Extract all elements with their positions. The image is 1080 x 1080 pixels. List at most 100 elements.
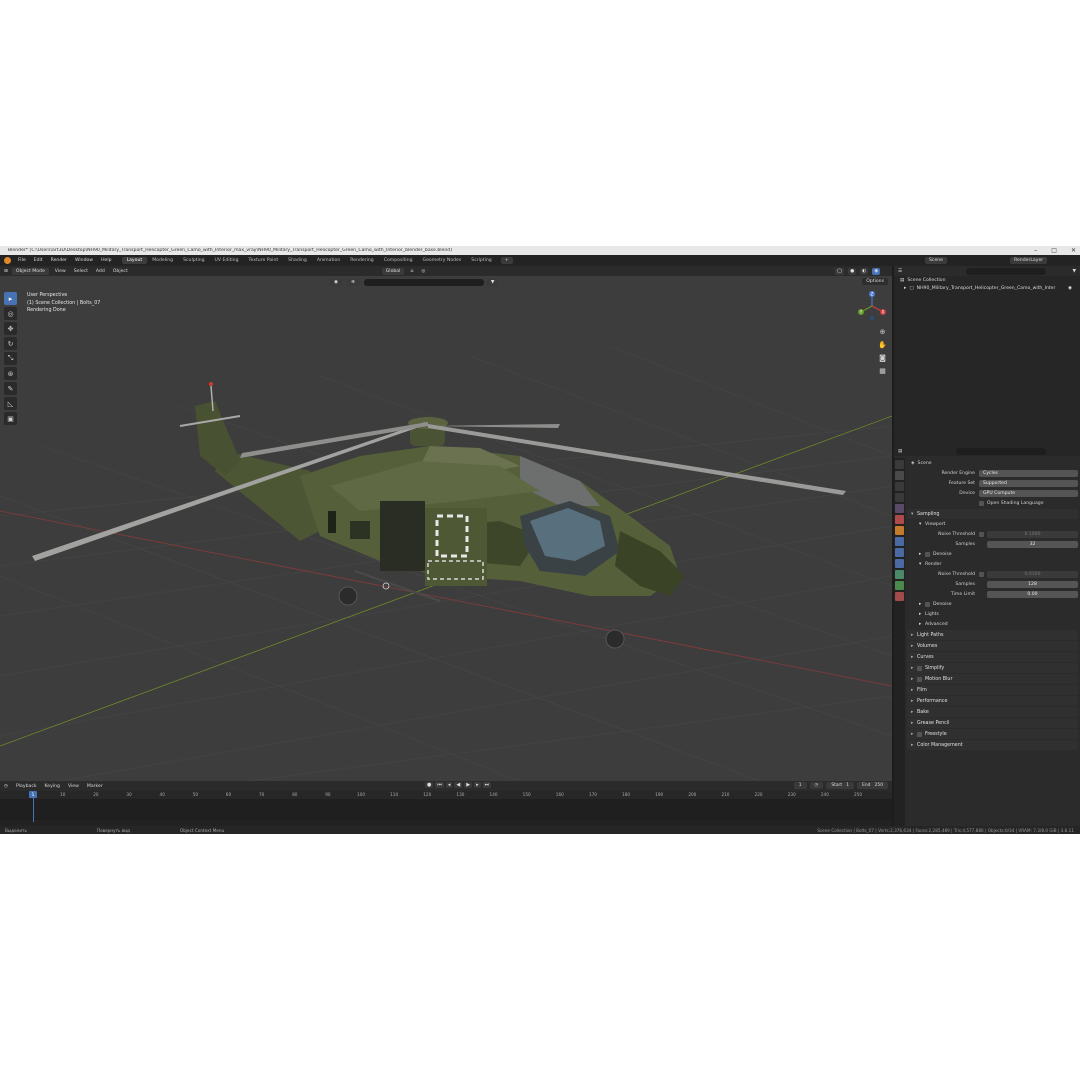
3d-viewport[interactable]: ◉ ⊕ ▼ Options ▸ ◎ ✥ ↻ ⤡ ⊛ ✎ ◺ ▣ User Per… — [0, 276, 892, 781]
feature-set-dropdown[interactable]: Supported — [979, 479, 1078, 487]
world-tab-icon[interactable] — [895, 515, 904, 524]
outliner-filter-icon[interactable]: ▼ — [1068, 269, 1080, 274]
transform-tool-icon[interactable]: ⊛ — [4, 367, 17, 380]
scene-selector[interactable]: Scene — [925, 257, 948, 264]
rendered-shading-icon[interactable]: ◉ — [872, 267, 881, 275]
scale-tool-icon[interactable]: ⤡ — [4, 352, 17, 365]
object-tab-icon[interactable] — [895, 526, 904, 535]
move-tool-icon[interactable]: ✥ — [4, 322, 17, 335]
freestyle-panel[interactable]: ▸ Freestyle — [907, 729, 1078, 739]
tab-modeling[interactable]: Modeling — [147, 257, 178, 264]
menu-object[interactable]: Object — [109, 269, 132, 274]
filter-icon[interactable]: ▼ — [486, 279, 499, 286]
record-button[interactable]: ● — [425, 782, 434, 788]
tab-animation[interactable]: Animation — [312, 257, 345, 264]
menu-add[interactable]: Add — [92, 269, 109, 274]
tab-shading[interactable]: Shading — [283, 257, 312, 264]
zoom-icon[interactable]: ⊕ — [878, 328, 887, 337]
menu-keying[interactable]: Keying — [41, 784, 64, 789]
prev-key-button[interactable]: ◂ — [445, 782, 453, 788]
viewport-denoise-subpanel[interactable]: ▸ Denoise — [907, 549, 1078, 559]
tab-scripting[interactable]: Scripting — [466, 257, 496, 264]
film-panel[interactable]: ▸ Film — [907, 685, 1078, 695]
expand-arrow-icon[interactable]: ▸ — [904, 286, 906, 291]
frame-ruler[interactable]: 1102030405060708090100110120130140150160… — [0, 791, 892, 799]
particles-tab-icon[interactable] — [895, 548, 904, 557]
blender-logo-icon[interactable] — [4, 257, 11, 264]
curves-panel[interactable]: ▸ Curves — [907, 652, 1078, 662]
render-denoise-checkbox[interactable] — [925, 601, 930, 607]
menu-select[interactable]: Select — [70, 269, 92, 274]
menu-window[interactable]: Window — [71, 258, 97, 263]
viewport-samples-field[interactable]: 32 — [987, 540, 1078, 548]
minimize-button[interactable]: – — [1034, 246, 1037, 255]
snap-icon[interactable]: ⌂ — [406, 269, 417, 274]
camera-view-icon[interactable]: ◙ — [878, 354, 887, 363]
mode-selector[interactable]: Object Mode — [11, 267, 49, 275]
motion-blur-checkbox[interactable] — [917, 676, 922, 682]
visibility-eye-icon[interactable]: ◉ — [1068, 286, 1072, 291]
select-tool-icon[interactable]: ▸ — [4, 292, 17, 305]
outliner-editor-icon[interactable]: ☰ — [894, 269, 906, 274]
outliner-scene-collection[interactable]: ▤ Scene Collection — [894, 276, 1080, 284]
close-button[interactable]: ✕ — [1071, 246, 1076, 255]
viewport-noise-checkbox[interactable] — [979, 531, 984, 537]
physics-tab-icon[interactable] — [895, 559, 904, 568]
color-management-panel[interactable]: ▸ Color Management — [907, 740, 1078, 750]
view-layer-tab-icon[interactable] — [895, 493, 904, 502]
end-frame-field[interactable]: End 250 — [857, 782, 888, 789]
render-subpanel-header[interactable]: ▾ Render — [907, 559, 1078, 569]
menu-view[interactable]: View — [51, 269, 70, 274]
play-button[interactable]: ▶ — [464, 782, 473, 788]
grease-pencil-panel[interactable]: ▸ Grease Pencil — [907, 718, 1078, 728]
menu-file[interactable]: File — [14, 258, 30, 263]
tab-rendering[interactable]: Rendering — [345, 257, 378, 264]
helicopter-model[interactable] — [32, 382, 846, 649]
tab-sculpting[interactable]: Sculpting — [178, 257, 209, 264]
menu-render[interactable]: Render — [47, 258, 71, 263]
menu-timeline-view[interactable]: View — [64, 784, 83, 789]
lights-subpanel[interactable]: ▸ Lights — [907, 609, 1078, 619]
render-noise-field[interactable]: 0.0100 — [987, 570, 1078, 578]
render-samples-field[interactable]: 128 — [987, 580, 1078, 588]
modifier-tab-icon[interactable] — [895, 537, 904, 546]
viewport-noise-field[interactable]: 0.1000 — [987, 530, 1078, 538]
scene-tab-icon[interactable] — [895, 504, 904, 513]
rotate-tool-icon[interactable]: ↻ — [4, 337, 17, 350]
play-reverse-button[interactable]: ◀ — [454, 782, 463, 788]
output-tab-icon[interactable] — [895, 482, 904, 491]
performance-panel[interactable]: ▸ Performance — [907, 696, 1078, 706]
render-tab-icon[interactable] — [895, 471, 904, 480]
transform-orientation[interactable]: Global — [381, 267, 405, 275]
motion-blur-panel[interactable]: ▸ Motion Blur — [907, 674, 1078, 684]
material-tab-icon[interactable] — [895, 592, 904, 601]
osl-checkbox[interactable] — [979, 500, 984, 506]
render-engine-dropdown[interactable]: Cycles — [979, 469, 1078, 477]
next-key-button[interactable]: ▸ — [474, 782, 481, 788]
device-dropdown[interactable]: GPU Compute — [979, 489, 1078, 497]
sampling-panel-header[interactable]: ▾ Sampling — [907, 509, 1078, 519]
properties-search-input[interactable] — [956, 447, 1047, 455]
render-denoise-subpanel[interactable]: ▸ Denoise — [907, 599, 1078, 609]
time-limit-field[interactable]: 0.00 — [987, 590, 1078, 598]
constraints-tab-icon[interactable] — [895, 570, 904, 579]
tab-geometry-nodes[interactable]: Geometry Nodes — [418, 257, 467, 264]
tab-layout[interactable]: Layout — [121, 257, 148, 264]
outliner-item-helicopter[interactable]: ▸ ▢ NH90_Military_Transport_Helicopter_G… — [894, 284, 1080, 292]
outliner-search-input[interactable] — [966, 267, 1047, 275]
measure-tool-icon[interactable]: ◺ — [4, 397, 17, 410]
navigation-gizmo[interactable]: Z X Y — [856, 290, 888, 322]
options-dropdown[interactable]: Options — [862, 278, 888, 285]
solid-shading-icon[interactable]: ● — [848, 267, 857, 275]
viewport-filter-input[interactable] — [363, 279, 484, 286]
cursor-tool-icon[interactable]: ◎ — [4, 307, 17, 320]
clock-icon[interactable]: ◷ — [809, 782, 824, 789]
start-frame-field[interactable]: Start 1 — [826, 782, 855, 789]
pan-hand-icon[interactable]: ✋ — [878, 341, 887, 350]
view-object-types-icon[interactable]: ◉ — [330, 279, 343, 286]
properties-editor-icon[interactable]: ▤ — [894, 449, 906, 454]
annotate-tool-icon[interactable]: ✎ — [4, 382, 17, 395]
tool-tab-icon[interactable] — [895, 460, 904, 469]
light-paths-panel[interactable]: ▸ Light Paths — [907, 630, 1078, 640]
bake-panel[interactable]: ▸ Bake — [907, 707, 1078, 717]
